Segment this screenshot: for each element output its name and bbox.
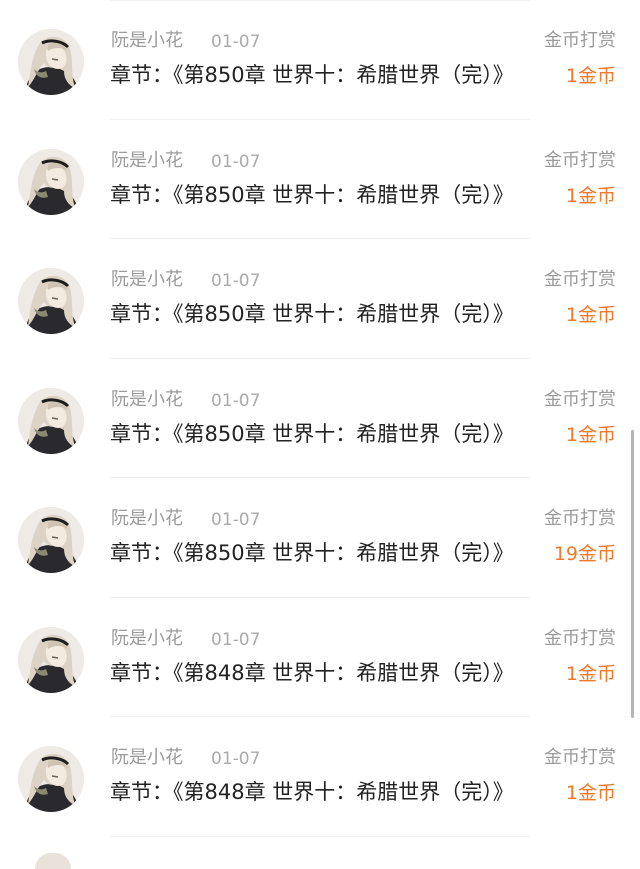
reward-row[interactable]: 阮是小花 01-07 金币打赏 章节：《第850章 世界十：希腊世界（完）》 1… [0,478,640,598]
chapter-title[interactable]: 章节：《第850章 世界十：希腊世界（完）》 [110,300,538,328]
reward-row[interactable]: 阮是小花 01-07 金币打赏 章节：《第848章 世界十：希腊世界（完）》 1… [0,717,640,837]
row-divider [110,835,530,837]
user-name[interactable]: 阮是小花 [111,268,183,292]
scrollbar[interactable] [631,430,634,718]
reward-type: 金币打赏 [544,388,616,410]
user-name[interactable]: 阮是小花 [111,149,183,173]
reward-amount: 1金币 [565,184,616,207]
avatar-icon [18,29,84,95]
reward-amount: 1金币 [565,662,616,685]
avatar-icon [18,268,84,334]
avatar-icon [18,148,84,215]
reward-amount: 1金币 [565,65,616,87]
reward-amount: 1金币 [565,304,616,326]
reward-row[interactable]: 阮是小花 01-07 金币打赏 章节：《第850章 世界十：希腊世界（完）》 1… [0,0,640,120]
reward-row[interactable]: 阮是小花 01-07 金币打赏 章节：《第848章 世界十：希腊世界（完）》 1… [0,598,640,717]
reward-date: 01-07 [211,32,261,52]
chapter-title[interactable]: 章节：《第848章 世界十：希腊世界（完）》 [110,778,538,806]
user-name[interactable]: 阮是小花 [111,627,183,651]
reward-date: 01-07 [211,629,261,650]
avatar[interactable] [18,148,84,215]
reward-date: 01-07 [211,510,261,530]
user-name[interactable]: 阮是小花 [111,746,183,770]
reward-type: 金币打赏 [544,627,616,649]
user-name[interactable]: 阮是小花 [111,388,183,412]
chapter-title[interactable]: 章节：《第848章 世界十：希腊世界（完）》 [110,659,538,687]
reward-row[interactable]: 阮是小花 01-07 金币打赏 章节：《第850章 世界十：希腊世界（完）》 1… [0,359,640,478]
reward-list: 阮是小花 01-07 金币打赏 章节：《第850章 世界十：希腊世界（完）》 1… [0,0,640,837]
avatar[interactable] [18,268,84,334]
reward-amount: 1金币 [565,782,616,804]
reward-amount: 19金币 [553,543,616,565]
avatar[interactable] [18,507,84,573]
avatar-icon [18,626,84,693]
reward-type: 金币打赏 [544,269,616,290]
user-name[interactable]: 阮是小花 [111,507,183,531]
avatar-icon [18,387,84,454]
next-row-avatar-peek [35,853,71,869]
avatar[interactable] [18,29,84,95]
reward-date: 01-07 [211,749,261,769]
reward-date: 01-07 [211,151,261,172]
avatar[interactable] [18,626,84,693]
chapter-title[interactable]: 章节：《第850章 世界十：希腊世界（完）》 [110,61,538,89]
reward-type: 金币打赏 [544,508,616,529]
reward-type: 金币打赏 [544,30,616,51]
reward-row[interactable]: 阮是小花 01-07 金币打赏 章节：《第850章 世界十：希腊世界（完）》 1… [0,120,640,239]
chapter-title[interactable]: 章节：《第850章 世界十：希腊世界（完）》 [110,420,538,448]
chapter-title[interactable]: 章节：《第850章 世界十：希腊世界（完）》 [110,181,538,209]
avatar[interactable] [18,387,84,454]
reward-type: 金币打赏 [544,149,616,171]
chapter-title[interactable]: 章节：《第850章 世界十：希腊世界（完）》 [110,539,538,567]
reward-amount: 1金币 [565,423,616,446]
reward-row[interactable]: 阮是小花 01-07 金币打赏 章节：《第850章 世界十：希腊世界（完）》 1… [0,239,640,359]
avatar-icon [18,507,84,573]
reward-date: 01-07 [211,271,261,291]
reward-date: 01-07 [211,390,261,411]
reward-type: 金币打赏 [544,747,616,768]
avatar[interactable] [18,746,84,812]
avatar-icon [18,746,84,812]
user-name[interactable]: 阮是小花 [111,29,183,53]
